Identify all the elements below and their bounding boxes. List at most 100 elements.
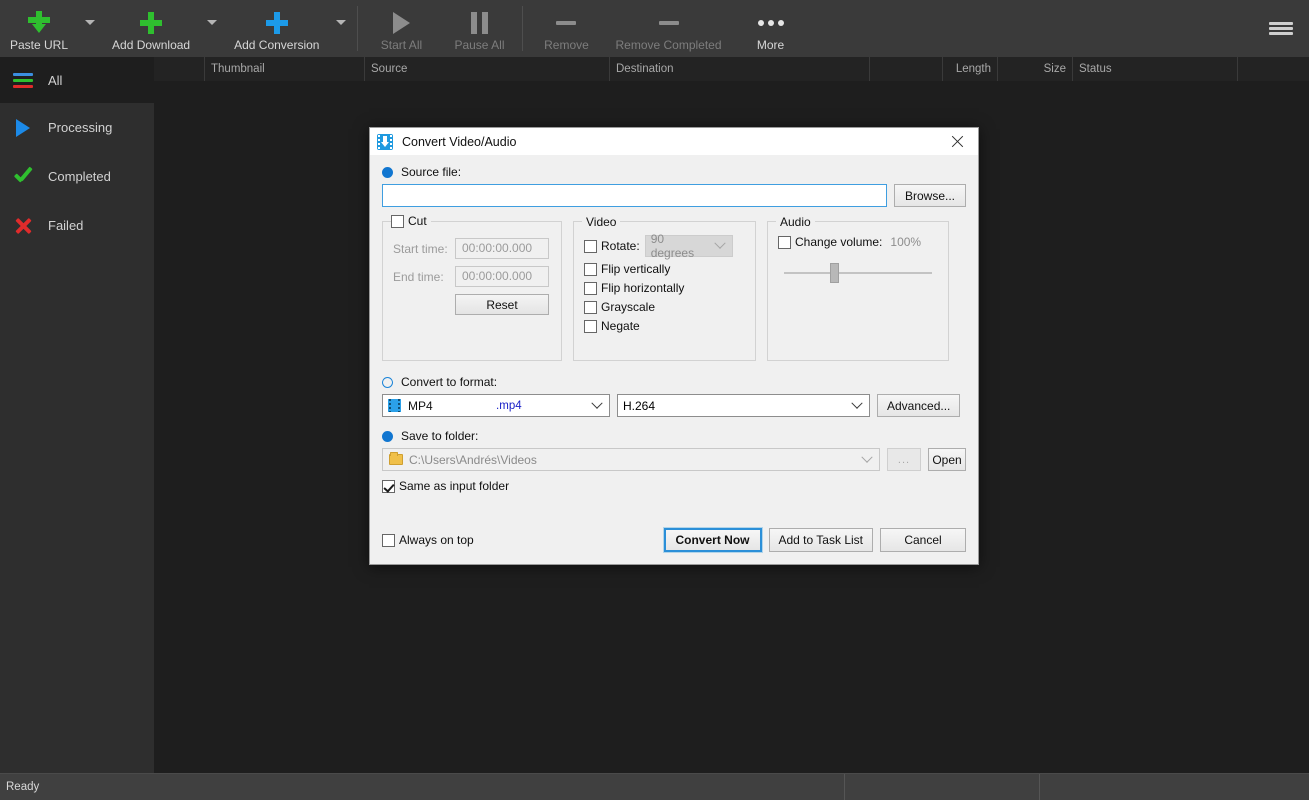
change-volume-checkbox[interactable]: [778, 235, 791, 249]
rotate-select[interactable]: 90 degrees: [644, 232, 733, 260]
video-group: Video Rotate: 90 degrees Flip vertically: [573, 215, 756, 361]
always-on-top-row[interactable]: Always on top: [382, 533, 474, 547]
column-header-status[interactable]: Status: [1072, 57, 1237, 81]
same-as-input-row[interactable]: Same as input folder: [382, 479, 966, 493]
sidebar-item-all[interactable]: All: [0, 57, 154, 103]
sidebar-item-failed[interactable]: Failed: [0, 201, 154, 250]
minus-icon: [556, 10, 577, 36]
flip-vertically-checkbox[interactable]: [584, 262, 597, 276]
source-file-radio[interactable]: [382, 166, 393, 178]
toolbar-more-label: More: [756, 37, 785, 52]
column-header-trailing[interactable]: [1237, 57, 1309, 81]
rotate-label: Rotate:: [601, 239, 640, 253]
toolbar-remove-completed-button[interactable]: Remove Completed: [605, 0, 731, 57]
container-format-select[interactable]: MP4 .mp4: [382, 394, 610, 417]
sidebar-item-completed-label: Completed: [48, 169, 111, 184]
toolbar-remove-label: Remove: [544, 37, 589, 52]
change-volume-label: Change volume:: [795, 235, 883, 249]
toolbar-paste-url-button[interactable]: Paste URL: [0, 0, 78, 57]
cancel-button[interactable]: Cancel: [880, 528, 966, 552]
column-header-thumbnail[interactable]: Thumbnail: [204, 57, 364, 81]
codec-select[interactable]: H.264: [617, 394, 870, 417]
start-time-input[interactable]: 00:00:00.000: [455, 238, 549, 259]
dialog-title: Convert Video/Audio: [402, 134, 517, 149]
add-conversion-dropdown-button[interactable]: [329, 0, 353, 57]
dialog-body: Source file: Browse... Cut Start time: 0…: [370, 155, 978, 493]
convert-format-radio-row[interactable]: Convert to format:: [382, 375, 966, 389]
open-folder-button[interactable]: Open: [928, 448, 966, 471]
dialog-close-button[interactable]: [936, 128, 978, 155]
negate-label: Negate: [601, 319, 640, 333]
save-folder-path-select[interactable]: C:\Users\Andrés\Videos: [382, 448, 880, 471]
column-header-destination[interactable]: Destination: [609, 57, 869, 81]
end-time-input[interactable]: 00:00:00.000: [455, 266, 549, 287]
sidebar-item-processing[interactable]: Processing: [0, 103, 154, 152]
save-folder-radio[interactable]: [382, 430, 393, 442]
toolbar-start-all-label: Start All: [380, 37, 423, 52]
application-window: Paste URL Add Download Add Conversion St…: [0, 0, 1309, 800]
audio-group-legend: Audio: [776, 215, 815, 229]
save-folder-radio-row[interactable]: Save to folder:: [382, 429, 966, 443]
codec-select-value: H.264: [623, 398, 656, 413]
toolbar-more-button[interactable]: More: [732, 0, 810, 57]
sidebar: All Processing Completed Failed: [0, 57, 154, 773]
flip-vertically-row[interactable]: Flip vertically: [584, 262, 745, 276]
cut-reset-button[interactable]: Reset: [455, 294, 549, 315]
negate-row[interactable]: Negate: [584, 319, 745, 333]
play-icon: [392, 10, 410, 36]
save-folder-label: Save to folder:: [401, 429, 479, 443]
toolbar-add-conversion-button[interactable]: Add Conversion: [224, 0, 329, 57]
column-spacer: [154, 57, 204, 81]
volume-slider[interactable]: [784, 263, 932, 283]
status-bar: Ready: [0, 773, 1309, 800]
rotate-select-value: 90 degrees: [650, 232, 695, 260]
source-file-radio-row[interactable]: Source file:: [382, 165, 966, 179]
sidebar-item-processing-label: Processing: [48, 120, 113, 135]
flip-horizontally-checkbox[interactable]: [584, 281, 597, 295]
toolbar-start-all-button[interactable]: Start All: [362, 0, 440, 57]
toolbar-remove-button[interactable]: Remove: [527, 0, 605, 57]
source-file-input[interactable]: [382, 184, 887, 207]
always-on-top-label: Always on top: [399, 533, 474, 547]
add-download-dropdown-button[interactable]: [200, 0, 224, 57]
column-header-blank[interactable]: [869, 57, 942, 81]
always-on-top-checkbox[interactable]: [382, 533, 395, 547]
browse-folder-button[interactable]: ...: [887, 448, 921, 471]
audio-group: Audio Change volume: 100%: [767, 215, 949, 361]
toolbar-group-transport: Start All Pause All: [362, 0, 518, 57]
flip-horizontally-row[interactable]: Flip horizontally: [584, 281, 745, 295]
paste-url-icon: [28, 10, 51, 36]
toolbar-pause-all-button[interactable]: Pause All: [440, 0, 518, 57]
grayscale-row[interactable]: Grayscale: [584, 300, 745, 314]
cut-checkbox-row[interactable]: Cut: [391, 214, 431, 228]
negate-checkbox[interactable]: [584, 319, 597, 333]
minus-icon: [658, 10, 679, 36]
toolbar-group-add: Paste URL Add Download Add Conversion: [0, 0, 353, 57]
hamburger-menu-button[interactable]: [1253, 0, 1309, 57]
volume-slider-track: [784, 272, 932, 274]
container-format-name: MP4: [408, 398, 433, 413]
sidebar-item-completed[interactable]: Completed: [0, 152, 154, 201]
status-segment-2: [845, 773, 1040, 800]
same-as-input-checkbox[interactable]: [382, 479, 395, 493]
browse-source-button[interactable]: Browse...: [894, 184, 966, 207]
flip-vertically-label: Flip vertically: [601, 262, 671, 276]
volume-slider-thumb[interactable]: [829, 263, 839, 283]
convert-format-radio[interactable]: [382, 376, 393, 388]
play-triangle-icon: [12, 118, 34, 137]
add-to-task-list-button[interactable]: Add to Task List: [768, 528, 873, 552]
advanced-button[interactable]: Advanced...: [877, 394, 961, 417]
dialog-titlebar[interactable]: Convert Video/Audio: [370, 128, 978, 155]
convert-now-button[interactable]: Convert Now: [663, 528, 762, 552]
column-header-source[interactable]: Source: [364, 57, 609, 81]
chevron-down-icon: [845, 395, 869, 416]
paste-url-dropdown-button[interactable]: [78, 0, 102, 57]
column-header-size[interactable]: Size: [997, 57, 1072, 81]
column-header-length[interactable]: Length: [942, 57, 997, 81]
grayscale-checkbox[interactable]: [584, 300, 597, 314]
options-groups: Cut Start time: 00:00:00.000 End time: 0…: [382, 214, 966, 361]
rotate-checkbox[interactable]: [584, 239, 597, 253]
toolbar-add-download-button[interactable]: Add Download: [102, 0, 200, 57]
change-volume-row[interactable]: Change volume: 100%: [778, 235, 938, 249]
cut-checkbox[interactable]: [391, 214, 404, 228]
